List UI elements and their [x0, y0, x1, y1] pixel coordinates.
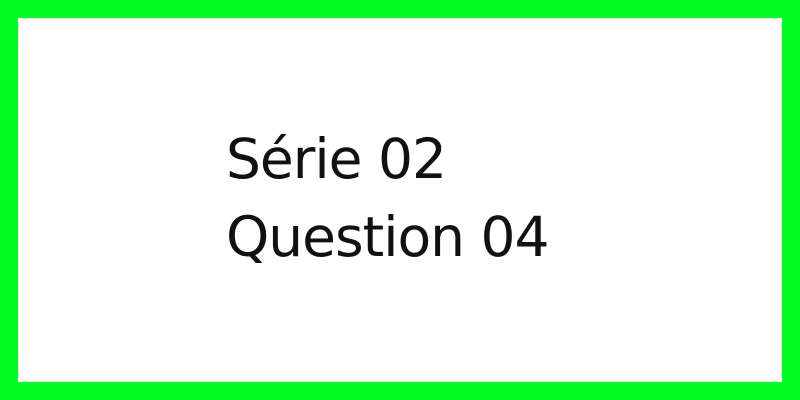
card-title-block: Série 02 Question 04 [226, 120, 549, 276]
question-label: Question 04 [226, 205, 549, 269]
question-card: Série 02 Question 04 [0, 0, 800, 400]
series-label: Série 02 [226, 127, 447, 191]
